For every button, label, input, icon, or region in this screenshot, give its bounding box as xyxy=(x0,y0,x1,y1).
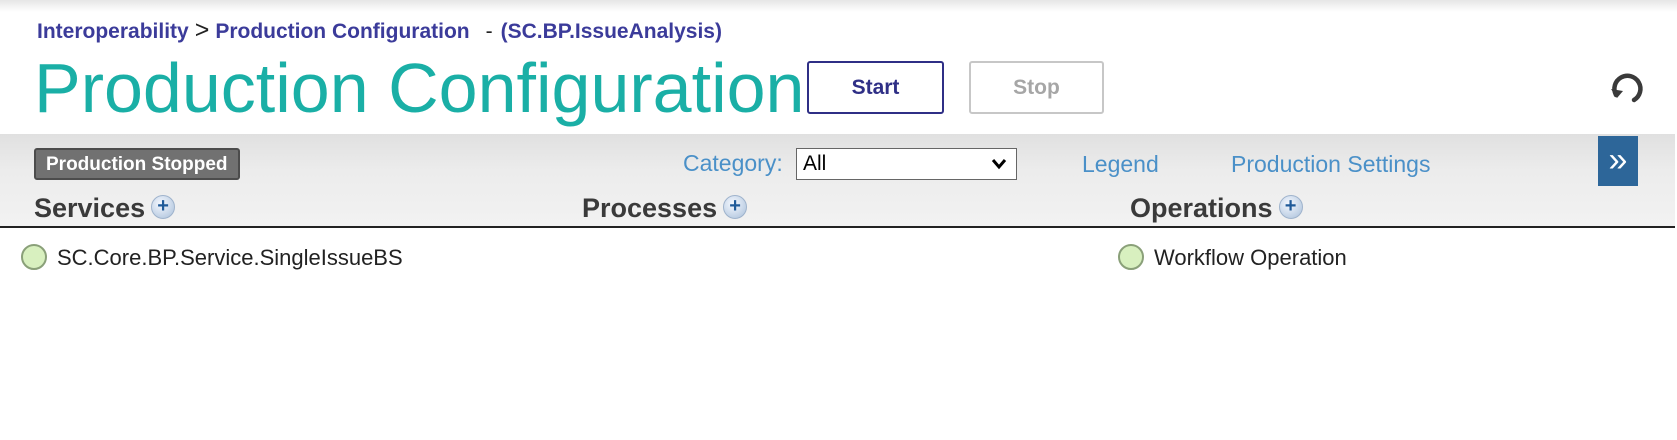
status-badge: Production Stopped xyxy=(34,148,240,180)
services-header: Services + xyxy=(34,193,176,224)
service-item-label: SC.Core.BP.Service.SingleIssueBS xyxy=(57,245,403,270)
add-service-plus-icon[interactable]: + xyxy=(151,194,176,219)
services-title: Services xyxy=(34,193,146,223)
status-dot-icon xyxy=(1118,244,1144,271)
page-title: Production Configuration xyxy=(34,49,805,127)
start-button[interactable]: Start xyxy=(807,61,944,114)
service-item[interactable]: SC.Core.BP.Service.SingleIssueBS xyxy=(21,243,403,273)
operations-title: Operations xyxy=(1130,193,1273,223)
operation-item-label: Workflow Operation xyxy=(1154,245,1347,270)
category-selected-value: All xyxy=(803,152,827,175)
breadcrumb-production-name: (SC.BP.IssueAnalysis) xyxy=(500,20,722,43)
legend-link[interactable]: Legend xyxy=(1082,151,1159,178)
operation-item[interactable]: Workflow Operation xyxy=(1118,243,1347,273)
category-select[interactable]: All xyxy=(796,148,1017,180)
breadcrumb-dash: - xyxy=(485,20,493,43)
processes-header: Processes + xyxy=(582,193,748,224)
category-label: Category: xyxy=(683,150,783,176)
production-settings-link[interactable]: Production Settings xyxy=(1231,151,1430,178)
top-shade xyxy=(0,0,1677,12)
processes-title: Processes xyxy=(582,193,718,223)
status-dot-icon xyxy=(21,244,47,271)
add-operation-plus-icon[interactable]: + xyxy=(1278,194,1303,219)
production-toolbar: Production Stopped Category: All Legend … xyxy=(0,134,1675,228)
breadcrumb-separator: > xyxy=(194,16,210,44)
stop-button[interactable]: Stop xyxy=(969,61,1104,114)
add-process-plus-icon[interactable]: + xyxy=(723,194,748,219)
expand-panel-button[interactable]: » xyxy=(1598,136,1638,186)
breadcrumb-interoperability[interactable]: Interoperability xyxy=(37,20,189,43)
breadcrumb-production-configuration[interactable]: Production Configuration xyxy=(215,20,469,43)
chevron-down-icon xyxy=(990,151,1008,177)
refresh-icon[interactable] xyxy=(1607,68,1647,108)
operations-header: Operations + xyxy=(1130,193,1303,224)
breadcrumb: Interoperability > Production Configuratio… xyxy=(37,16,722,45)
